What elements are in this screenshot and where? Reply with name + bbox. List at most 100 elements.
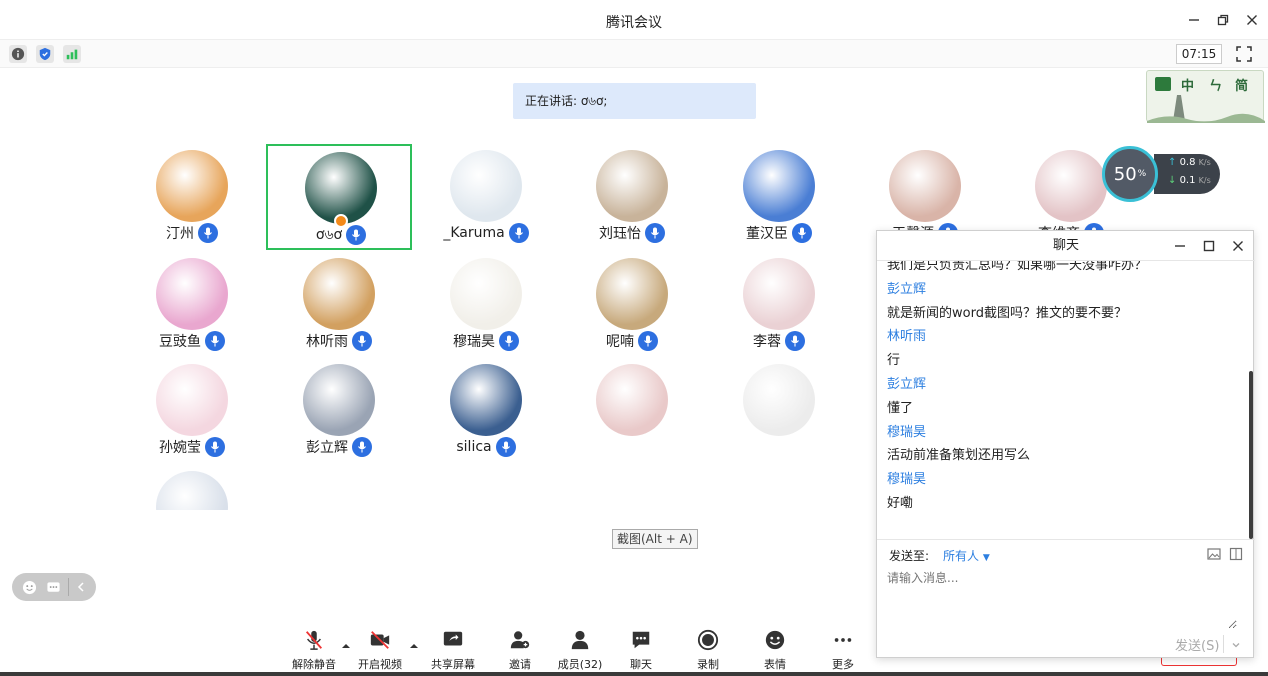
toolbar-invite-button[interactable]: 邀请 <box>488 628 552 672</box>
caret-down-icon: ▼ <box>982 553 990 563</box>
toolbar-label: 表情 <box>764 658 786 671</box>
mic-muted-icon <box>301 628 327 652</box>
toolbar-record-button[interactable]: 录制 <box>676 628 740 672</box>
chat-message: 好嘞 <box>887 496 914 511</box>
participant-name: 孙婉莹 <box>159 440 201 456</box>
avatar <box>156 258 228 330</box>
participant-name: 汀州 <box>166 226 194 242</box>
chat-message: 懂了 <box>887 400 914 416</box>
participant-tile[interactable] <box>706 358 852 464</box>
participant-label: 彭立辉 <box>266 436 412 458</box>
chat-message: 就是新闻的word截图吗？推文的要不要？ <box>887 305 1127 321</box>
participant-name: 林听雨 <box>306 334 348 350</box>
participant-name: 董汉臣 <box>746 226 788 242</box>
weather-char-2: ㄣ <box>1209 79 1223 94</box>
participant-tile[interactable]: 豆豉鱼 <box>119 252 265 358</box>
toolbar-more-button[interactable]: 更多 <box>811 628 875 672</box>
mic-icon <box>499 331 519 351</box>
record-icon <box>695 628 721 652</box>
avatar <box>156 364 228 436</box>
screenshot-icon[interactable] <box>1229 547 1243 561</box>
avatar <box>303 258 375 330</box>
participant-row-partial <box>0 465 860 510</box>
chat-maximize-icon[interactable] <box>1202 239 1216 253</box>
meeting-window: 腾讯会议 07:15 正在讲话: ơ৬ơ; 汀州 ơ৬ơ _Karuma 刘珏怡 董汉臣… <box>0 0 1268 676</box>
toolbar-members-button[interactable]: 成员(32) <box>548 628 612 672</box>
send-to-selector[interactable]: 所有人 ▼ <box>943 547 990 564</box>
participant-name: 刘珏怡 <box>599 226 641 242</box>
avatar <box>450 364 522 436</box>
upload-speed: 0.8 <box>1179 157 1196 168</box>
send-button[interactable]: 发送(S) <box>1175 635 1219 654</box>
download-unit: K/s <box>1198 176 1211 185</box>
participant-tile[interactable]: 董汉臣 <box>706 144 852 250</box>
network-speed-widget[interactable]: ↑ 0.8 K/s ↓ 0.1 K/s 50% <box>1102 146 1220 202</box>
avatar <box>596 364 668 436</box>
toolbar-chat-button[interactable]: 聊天 <box>609 628 673 672</box>
participant-tile[interactable] <box>119 465 265 510</box>
toolbar-label: 开启视频 <box>358 658 402 671</box>
mic-icon <box>508 223 529 243</box>
toolbar-share-screen-button[interactable]: 共享屏幕 <box>421 628 485 672</box>
send-options-icon[interactable] <box>1231 640 1241 650</box>
participant-label: silica <box>413 436 559 458</box>
participant-label: 林听雨 <box>266 330 412 352</box>
participant-tile[interactable]: 彭立辉 <box>266 358 412 464</box>
emoji-reaction-button[interactable] <box>20 578 38 596</box>
avatar <box>156 150 228 222</box>
toolbar-label: 聊天 <box>630 658 652 671</box>
send-separator <box>1223 635 1224 653</box>
chat-icon <box>628 628 654 652</box>
participant-tile[interactable]: 李蓉 <box>706 252 852 358</box>
participant-tile[interactable]: 穆瑞昊 <box>413 252 559 358</box>
participant-tile[interactable] <box>559 358 705 464</box>
image-icon[interactable] <box>1207 547 1221 561</box>
speed-bars: ↑ 0.8 K/s ↓ 0.1 K/s <box>1154 154 1220 194</box>
chat-scrollbar[interactable] <box>1249 371 1253 539</box>
participant-tile[interactable]: 刘珏怡 <box>559 144 705 250</box>
toolbar-label: 共享屏幕 <box>431 658 475 671</box>
speed-percent: 50 <box>1113 163 1137 185</box>
more-icon <box>830 628 856 652</box>
chat-close-icon[interactable] <box>1231 239 1245 253</box>
chat-message: 行 <box>887 353 901 369</box>
participant-tile[interactable]: 孙婉莹 <box>119 358 265 464</box>
message-bubble-icon <box>46 581 60 592</box>
toolbar-camera-off-button[interactable]: 开启视频 <box>348 628 412 672</box>
participant-tile[interactable]: 林听雨 <box>266 252 412 358</box>
chat-minimize-icon[interactable] <box>1173 239 1187 253</box>
participant-tile[interactable]: 汀州 <box>119 144 265 250</box>
download-speed: 0.1 <box>1179 175 1196 186</box>
participant-tile[interactable]: 呢喃 <box>559 252 705 358</box>
danmaku-button[interactable] <box>44 578 62 596</box>
eiffel-tower-icon <box>1147 95 1265 123</box>
toolbar-label: 成员(32) <box>557 658 603 671</box>
avatar <box>1035 150 1107 222</box>
participant-tile[interactable]: ơ৬ơ <box>266 144 412 250</box>
avatar <box>743 150 815 222</box>
caret-up-icon[interactable] <box>409 636 419 648</box>
avatar <box>156 471 228 510</box>
toolbar-emoji-button[interactable]: 表情 <box>743 628 807 672</box>
collapse-button[interactable] <box>68 578 86 596</box>
speed-percent-unit: % <box>1137 169 1147 179</box>
chat-input[interactable] <box>887 569 1237 629</box>
participant-tile[interactable]: _Karuma <box>413 144 559 250</box>
speed-percent-ring: 50% <box>1102 146 1158 202</box>
chat-sender: 彭立辉 <box>887 281 927 297</box>
weather-widget[interactable]: 中 ㄣ 简 <box>1146 70 1265 123</box>
participant-name: 呢喃 <box>606 334 634 350</box>
mic-icon <box>346 225 367 245</box>
avatar <box>450 150 522 222</box>
caret-up-icon[interactable] <box>341 636 351 648</box>
chat-sender: 穆瑞昊 <box>887 424 927 440</box>
toolbar-label: 解除静音 <box>292 658 336 671</box>
mic-icon <box>645 223 665 243</box>
avatar <box>743 258 815 330</box>
members-icon <box>567 628 593 652</box>
toolbar-mic-muted-button[interactable]: 解除静音 <box>282 628 346 672</box>
participant-tile[interactable]: silica <box>413 358 559 464</box>
avatar <box>743 364 815 436</box>
camera-off-icon <box>367 628 393 652</box>
chat-message-list[interactable]: 我们是只负责汇总吗？如果哪一天没事咋办？ 彭立辉 就是新闻的word截图吗？推文的要… <box>877 261 1247 539</box>
